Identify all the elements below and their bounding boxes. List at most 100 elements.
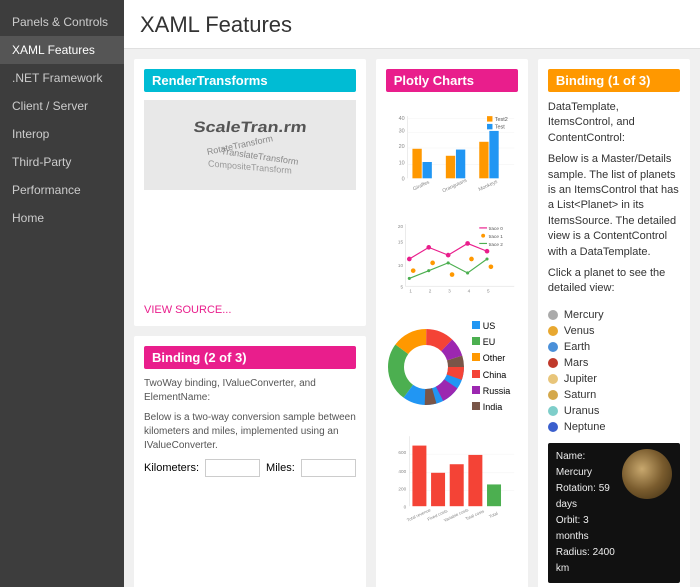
planet-dot-mars: [548, 358, 558, 368]
sidebar-item-interop[interactable]: Interop: [0, 120, 124, 148]
svg-text:trace 0: trace 0: [488, 226, 503, 231]
planet-dot-jupiter: [548, 374, 558, 384]
sidebar-item-net-framework[interactable]: .NET Framework: [0, 64, 124, 92]
km-miles-row: Kilometers: Miles:: [144, 459, 356, 477]
svg-text:30: 30: [398, 128, 404, 134]
donut-legend: US EU Other China Russia India: [472, 318, 511, 415]
planet-name-saturn: Saturn: [564, 389, 596, 401]
content-area: RenderTransforms ScaleTran.rm RotateTran…: [124, 49, 700, 587]
vbar2-svg: 0 200 400 600: [386, 419, 518, 539]
planet-item-neptune[interactable]: Neptune: [548, 419, 680, 435]
planet-dot-earth: [548, 342, 558, 352]
svg-text:600: 600: [398, 450, 406, 455]
sidebar-item-performance[interactable]: Performance: [0, 176, 124, 204]
planet-name-earth: Earth: [564, 341, 590, 353]
page-title: XAML Features: [124, 0, 700, 49]
planet-name-mars: Mars: [564, 357, 588, 369]
planet-item-venus[interactable]: Venus: [548, 323, 680, 339]
svg-text:trace 2: trace 2: [488, 242, 503, 247]
kilometers-input[interactable]: [205, 459, 260, 477]
planet-item-mercury[interactable]: Mercury: [548, 307, 680, 323]
planet-dot-saturn: [548, 390, 558, 400]
plotly-charts-title: Plotly Charts: [386, 69, 518, 92]
render-transforms-card: RenderTransforms ScaleTran.rm RotateTran…: [134, 59, 366, 326]
svg-text:40: 40: [398, 116, 404, 122]
svg-text:5: 5: [400, 285, 403, 290]
sidebar-item-client-server[interactable]: Client / Server: [0, 92, 124, 120]
sidebar: Panels & Controls XAML Features .NET Fra…: [0, 0, 124, 587]
svg-text:20: 20: [398, 224, 404, 229]
scatter-chart: 5 10 15 20 1 2 3 4 5: [386, 214, 518, 314]
planet-name-mercury: Mercury: [564, 309, 604, 321]
svg-text:20: 20: [398, 144, 404, 150]
planet-item-uranus[interactable]: Uranus: [548, 403, 680, 419]
planet-detail-rotation: Rotation: 59 days: [556, 481, 616, 513]
planet-dot-neptune: [548, 422, 558, 432]
planet-name-venus: Venus: [564, 325, 595, 337]
planet-item-saturn[interactable]: Saturn: [548, 387, 680, 403]
main-panel: XAML Features RenderTransforms ScaleTran…: [124, 0, 700, 587]
sidebar-item-panels-controls[interactable]: Panels & Controls: [0, 8, 124, 36]
bar-chart-2: 0 200 400 600: [386, 419, 518, 539]
render-transforms-view-source[interactable]: VIEW SOURCE...: [144, 298, 356, 316]
miles-input[interactable]: [301, 459, 356, 477]
plotly-charts-card: Plotly Charts 0 10 20 30 40: [376, 59, 528, 587]
svg-text:10: 10: [398, 263, 404, 268]
svg-text:0: 0: [401, 177, 404, 183]
binding1-detail: Below is a Master/Details sample. The li…: [548, 152, 680, 260]
svg-text:Total: Total: [488, 511, 498, 519]
planet-dot-venus: [548, 326, 558, 336]
svg-text:400: 400: [398, 469, 406, 474]
render-transforms-title: RenderTransforms: [144, 69, 356, 92]
sidebar-item-xaml-features[interactable]: XAML Features: [0, 36, 124, 64]
sidebar-item-third-party[interactable]: Third-Party: [0, 148, 124, 176]
svg-text:trace 1: trace 1: [488, 234, 503, 239]
svg-text:10: 10: [398, 160, 404, 166]
svg-text:2: 2: [429, 288, 432, 293]
binding1-click-hint: Click a planet to see the detailed view:: [548, 266, 680, 297]
bar-chart-svg: 0 10 20 30 40: [386, 100, 518, 210]
binding1-card: Binding (1 of 3) DataTemplate, ItemsCont…: [538, 59, 690, 587]
binding2-description: TwoWay binding, IValueConverter, and Ele…: [144, 377, 356, 405]
planet-dot-mercury: [548, 310, 558, 320]
planet-detail-image: [622, 449, 672, 499]
planet-item-jupiter[interactable]: Jupiter: [548, 371, 680, 387]
planet-detail-radius: Radius: 2400 km: [556, 545, 616, 577]
donut-chart: US EU Other China Russia India: [386, 318, 518, 415]
binding1-title: Binding (1 of 3): [548, 69, 680, 92]
planet-list: Mercury Venus Earth Mars Jupiter: [548, 307, 680, 435]
svg-text:15: 15: [398, 239, 404, 244]
planet-detail-box: Name: Mercury Rotation: 59 days Orbit: 3…: [548, 443, 680, 583]
miles-label: Miles:: [266, 462, 295, 474]
km-label: Kilometers:: [144, 462, 199, 474]
svg-text:0: 0: [403, 505, 406, 510]
svg-text:3: 3: [448, 288, 451, 293]
svg-text:1: 1: [409, 288, 412, 293]
planet-item-mars[interactable]: Mars: [548, 355, 680, 371]
donut-svg: [386, 327, 466, 407]
svg-text:Monkeys: Monkeys: [477, 179, 498, 193]
svg-text:Orangutans: Orangutans: [441, 177, 468, 194]
planet-dot-uranus: [548, 406, 558, 416]
svg-text:4: 4: [467, 288, 470, 293]
planet-name-uranus: Uranus: [564, 405, 599, 417]
binding1-description: DataTemplate, ItemsControl, and ContentC…: [548, 100, 680, 146]
svg-text:Variable costs: Variable costs: [443, 507, 469, 523]
bar-chart-1: 0 10 20 30 40: [386, 100, 518, 210]
planet-name-jupiter: Jupiter: [564, 373, 597, 385]
binding2-card: Binding (2 of 3) TwoWay binding, IValueC…: [134, 336, 366, 587]
planet-detail-orbit: Orbit: 3 months: [556, 513, 616, 545]
planet-item-earth[interactable]: Earth: [548, 339, 680, 355]
sidebar-item-home[interactable]: Home: [0, 204, 124, 232]
scatter-svg: 5 10 15 20 1 2 3 4 5: [386, 214, 518, 304]
svg-text:Giraffes: Giraffes: [412, 179, 431, 192]
planet-detail-name: Name: Mercury: [556, 449, 616, 481]
svg-text:5: 5: [487, 288, 490, 293]
binding2-view-source[interactable]: VIEW SOURCE...: [144, 583, 356, 587]
planet-detail-text: Name: Mercury Rotation: 59 days Orbit: 3…: [556, 449, 616, 577]
svg-text:Test2: Test2: [495, 117, 508, 123]
binding1-view-source[interactable]: VIEW SOURCE...: [548, 583, 680, 587]
svg-text:200: 200: [398, 487, 406, 492]
binding2-title: Binding (2 of 3): [144, 346, 356, 369]
svg-text:Test: Test: [495, 125, 505, 131]
